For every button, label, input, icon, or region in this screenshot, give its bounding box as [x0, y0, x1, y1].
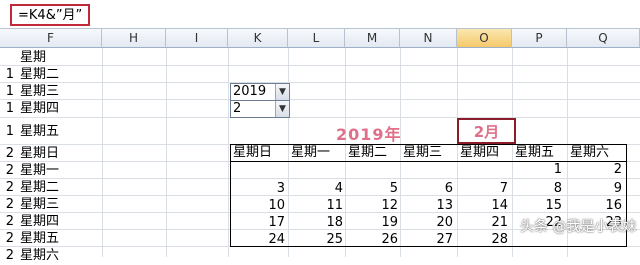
formula-bar[interactable]	[0, 0, 640, 29]
weekday-header: 星期六	[570, 145, 610, 160]
calendar-day[interactable]: 9	[570, 180, 622, 197]
cell-f[interactable]: 星期四	[20, 99, 59, 118]
calendar-day[interactable]: 6	[401, 180, 453, 197]
calendar-day[interactable]: 27	[401, 231, 453, 248]
month-value: 2	[233, 101, 242, 116]
column-header-n[interactable]: N	[400, 29, 457, 48]
calendar-day[interactable]: 5	[346, 180, 398, 197]
weekday-header: 星期四	[460, 145, 500, 160]
calendar-day[interactable]: 19	[346, 214, 398, 231]
weekday-header: 星期日	[233, 145, 273, 160]
row-number: 2	[5, 248, 14, 263]
calendar-day[interactable]: 28	[456, 231, 508, 248]
grid-line	[0, 117, 640, 118]
column-header-l[interactable]: L	[288, 29, 345, 48]
calendar-day[interactable]: 16	[570, 197, 622, 214]
calendar-day[interactable]: 2	[570, 161, 622, 178]
cell-f[interactable]: 星期六	[20, 246, 59, 265]
calendar-day[interactable]: 18	[291, 214, 343, 231]
grid-line	[102, 48, 103, 257]
column-header-q[interactable]: Q	[567, 29, 640, 48]
column-header-m[interactable]: M	[345, 29, 400, 48]
weekday-header: 星期一	[291, 145, 331, 160]
grid-line	[0, 65, 640, 66]
watermark: 头条 @我是小表妹	[520, 219, 637, 235]
calendar-day[interactable]: 13	[401, 197, 453, 214]
calendar-day[interactable]: 14	[456, 197, 508, 214]
calendar-day[interactable]: 17	[233, 214, 285, 231]
weekday-header: 星期五	[515, 145, 555, 160]
calendar-day[interactable]: 11	[291, 197, 343, 214]
calendar-day[interactable]: 4	[291, 180, 343, 197]
column-header-h[interactable]: H	[102, 29, 166, 48]
calendar-day[interactable]: 24	[233, 231, 285, 248]
chevron-down-icon[interactable]: ▼	[275, 84, 289, 100]
column-header-i[interactable]: I	[166, 29, 228, 48]
column-header-p[interactable]: P	[512, 29, 567, 48]
grid-line	[166, 48, 167, 257]
month-dropdown[interactable]: 2 ▼	[230, 100, 290, 118]
calendar-day[interactable]: 1	[510, 161, 562, 178]
column-header-o[interactable]: O	[457, 29, 512, 48]
calendar-day[interactable]: 15	[510, 197, 562, 214]
chevron-down-icon[interactable]: ▼	[275, 101, 289, 117]
calendar-day[interactable]: 25	[291, 231, 343, 248]
grid-line	[0, 82, 640, 83]
formula-input[interactable]: =K4&”月”	[10, 4, 91, 26]
column-header-k[interactable]: K	[228, 29, 288, 48]
weekday-header: 星期三	[403, 145, 443, 160]
calendar-month-title[interactable]: 2月	[459, 121, 514, 142]
calendar-day[interactable]: 8	[510, 180, 562, 197]
calendar-header-divider	[230, 161, 627, 162]
weekday-header: 星期二	[348, 145, 388, 160]
row-number: 1	[5, 124, 14, 139]
cell-f[interactable]: 星期五	[20, 122, 59, 141]
year-value: 2019	[233, 84, 267, 99]
calendar-day[interactable]: 12	[346, 197, 398, 214]
calendar-day[interactable]: 10	[233, 197, 285, 214]
calendar-day[interactable]: 3	[233, 180, 285, 197]
calendar-day[interactable]: 20	[401, 214, 453, 231]
grid-line	[0, 99, 640, 100]
year-dropdown[interactable]: 2019 ▼	[230, 83, 290, 101]
grid-line	[228, 48, 229, 257]
calendar-day[interactable]: 7	[456, 180, 508, 197]
calendar-day[interactable]: 26	[346, 231, 398, 248]
row-number: 1	[5, 101, 14, 116]
calendar-year-title: 2019年	[336, 125, 402, 144]
calendar-day[interactable]: 21	[456, 214, 508, 231]
column-header-f[interactable]: F	[0, 29, 102, 48]
